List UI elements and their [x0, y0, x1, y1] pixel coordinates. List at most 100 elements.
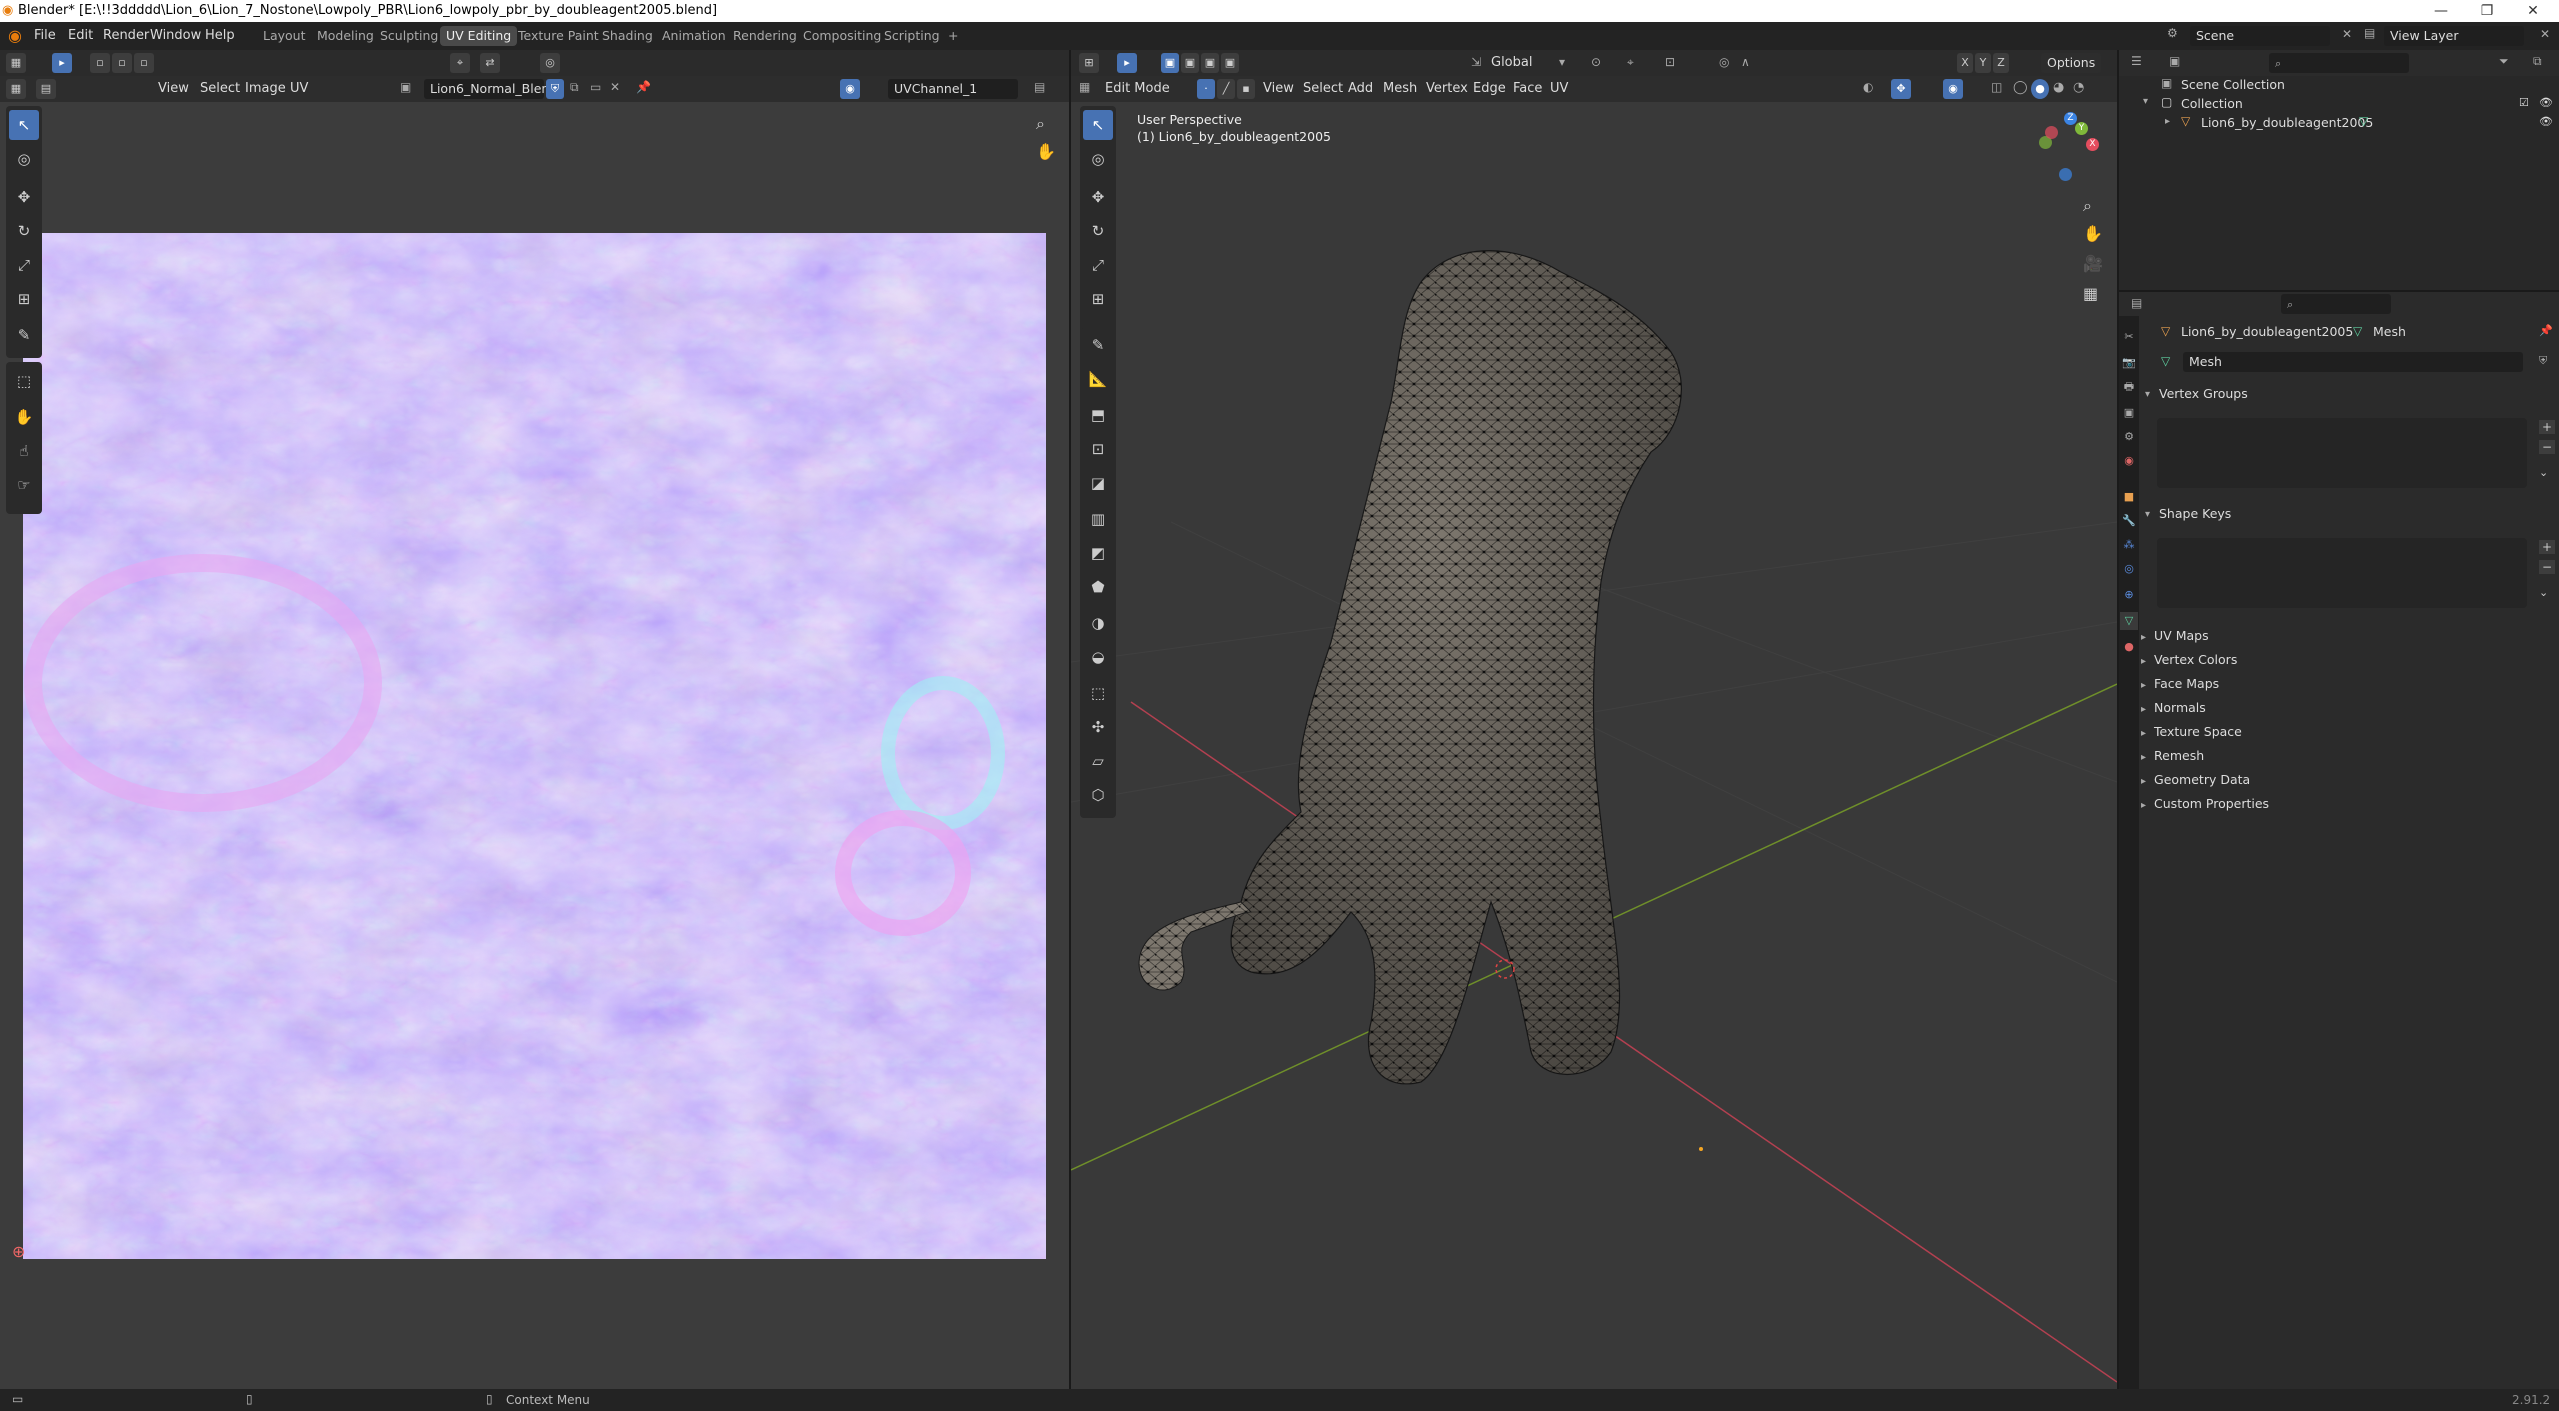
maximize-button[interactable]: ❐ [2464, 0, 2510, 22]
uv-tool-pinch-icon[interactable]: ☝ [9, 436, 39, 466]
uv-menu-select[interactable]: Select [200, 78, 240, 100]
tab-compositing[interactable]: Compositing [797, 26, 887, 46]
shading-material-icon[interactable]: ◕ [2053, 80, 2064, 95]
gizmo-y-axis[interactable]: Y [2075, 122, 2088, 135]
vp-tool-move-icon[interactable]: ✥ [1083, 182, 1113, 212]
viewport-canvas[interactable]: User Perspective (1) Lion6_by_doubleagen… [1071, 102, 2117, 1389]
mesh-fake-user-icon[interactable]: ⛨ [2539, 354, 2547, 368]
uv-tool-grab-icon[interactable]: ✋ [9, 402, 39, 432]
mirror-y-toggle[interactable]: Y [1975, 53, 1991, 73]
close-scene-icon[interactable]: ✕ [2342, 27, 2352, 41]
panel-geometry-data[interactable]: ▸ Geometry Data [2141, 768, 2559, 792]
object-expand-icon[interactable]: ▸ [2165, 116, 2170, 127]
unlink-image-icon[interactable]: ✕ [610, 80, 620, 94]
close-view-layer-icon[interactable]: ✕ [2540, 27, 2550, 41]
shape-keys-header[interactable]: Shape Keys [2159, 506, 2231, 521]
snap-target-icon[interactable]: ⊡ [1665, 55, 1675, 69]
minimize-button[interactable]: — [2418, 0, 2464, 22]
uv-tool-relax-icon[interactable]: ☞ [9, 470, 39, 500]
viewport-menu-mesh[interactable]: Mesh [1383, 78, 1417, 100]
tab-object-icon[interactable]: ■ [2120, 488, 2138, 506]
tab-layout[interactable]: Layout [257, 26, 312, 46]
blender-menu-icon[interactable]: ◉ [8, 26, 22, 45]
uv-tool-transform-icon[interactable]: ⊞ [9, 284, 39, 314]
viewport-menu-view[interactable]: View [1263, 78, 1294, 100]
uv-tool-annotate-icon[interactable]: ✎ [9, 320, 39, 350]
gizmo-neg-x-axis[interactable] [2045, 126, 2058, 139]
uv-editor-type-icon[interactable]: ▦ [6, 79, 26, 99]
tab-view-layer-icon[interactable]: ▣ [2120, 404, 2138, 422]
menu-render[interactable]: Render [103, 27, 149, 45]
uv-zoom-icon[interactable]: ⌕ [1036, 114, 1045, 134]
menu-help[interactable]: Help [205, 27, 235, 45]
panel-face-maps[interactable]: ▸ Face Maps [2141, 672, 2559, 696]
select-mode-vertex-icon[interactable]: ▫ [90, 53, 110, 73]
proportional-falloff-icon[interactable]: ∧ [1741, 55, 1750, 69]
collection-label[interactable]: Collection [2181, 96, 2243, 111]
shape-keys-list[interactable] [2157, 538, 2527, 608]
tab-shading[interactable]: Shading [596, 26, 659, 46]
select-mode-extend-icon[interactable]: ▣ [1181, 53, 1199, 73]
menu-window[interactable]: Window [150, 27, 201, 45]
open-image-icon[interactable]: ▭ [590, 80, 601, 94]
tab-output-icon[interactable]: 🖶 [2120, 378, 2138, 396]
vertex-group-add-button[interactable]: + [2539, 420, 2555, 434]
tab-scene-icon[interactable]: ⚙ [2120, 428, 2138, 446]
tab-world-icon[interactable]: ◉ [2120, 452, 2138, 470]
props-pin-icon[interactable]: 📌 [2539, 324, 2553, 337]
vp-tool-cursor-icon[interactable]: ◎ [1083, 144, 1113, 174]
tab-scripting[interactable]: Scripting [878, 26, 946, 46]
vp-tool-shear-icon[interactable]: ▱ [1083, 746, 1113, 776]
viewport-editor-type-icon[interactable]: ⊞ [1079, 53, 1099, 73]
uv-pan-icon[interactable]: ✋ [1036, 142, 1056, 161]
options-menu[interactable]: Options [2041, 53, 2101, 73]
tab-rendering[interactable]: Rendering [727, 26, 803, 46]
mesh-name-field[interactable]: Mesh [2183, 352, 2523, 372]
ortho-toggle-icon[interactable]: ▦ [2083, 284, 2098, 303]
shading-rendered-icon[interactable]: ◔ [2073, 80, 2084, 95]
uv-tool-rotate-icon[interactable]: ↻ [9, 216, 39, 246]
select-box-icon[interactable]: ▸ [52, 53, 72, 73]
vp-tool-scale-icon[interactable]: ⤢ [1083, 250, 1113, 280]
vp-tool-rip-icon[interactable]: ⬡ [1083, 780, 1113, 810]
panel-uv-maps[interactable]: ▸ UV Maps [2141, 624, 2559, 648]
transform-orientation-select[interactable]: Global [1491, 52, 1532, 74]
vp-tool-bevel-icon[interactable]: ◪ [1083, 468, 1113, 498]
tab-uv-editing[interactable]: UV Editing [440, 26, 518, 46]
shape-key-specials-icon[interactable]: ⌄ [2539, 586, 2548, 599]
uv-sync-icon[interactable]: ⇄ [480, 53, 500, 73]
vp-tool-extrude-icon[interactable]: ⬒ [1083, 400, 1113, 430]
select-mode-face-icon[interactable]: ▫ [134, 53, 154, 73]
tab-material-icon[interactable]: ● [2120, 638, 2138, 656]
panel-vertex-colors[interactable]: ▸ Vertex Colors [2141, 648, 2559, 672]
gizmo-neg-z-axis[interactable] [2059, 168, 2072, 181]
tab-physics-icon[interactable]: ◎ [2120, 560, 2138, 578]
uv-tool-select-icon[interactable]: ↖ [9, 110, 39, 140]
navigation-gizmo[interactable]: Z X Y [2031, 108, 2107, 184]
proportional-edit-icon[interactable]: ◎ [540, 53, 560, 73]
viewport-zoom-icon[interactable]: ⌕ [2083, 196, 2092, 216]
new-image-icon[interactable]: ⧉ [570, 80, 579, 95]
collection-expand-icon[interactable]: ▾ [2143, 96, 2148, 107]
vp-tool-select-icon[interactable]: ↖ [1083, 110, 1113, 140]
viewport-menu-add[interactable]: Add [1348, 78, 1373, 100]
vp-tool-edge-slide-icon[interactable]: ⬚ [1083, 678, 1113, 708]
uv-menu-image[interactable]: Image [245, 78, 286, 100]
snap-icon[interactable]: ⌖ [1627, 55, 1634, 70]
uv-display-icon[interactable]: ◉ [840, 79, 860, 99]
tab-particles-icon[interactable]: ⁂ [2120, 536, 2138, 554]
uv-tool-cube-icon[interactable]: ⬚ [9, 366, 39, 396]
properties-editor-icon[interactable]: ▤ [2131, 296, 2142, 310]
viewport-menu-edge[interactable]: Edge [1473, 78, 1506, 100]
uv-tool-cursor-icon[interactable]: ◎ [9, 144, 39, 174]
vp-tool-polybuild-icon[interactable]: ⬟ [1083, 572, 1113, 602]
viewport-menu-select[interactable]: Select [1303, 78, 1343, 100]
object-label[interactable]: Lion6_by_doubleagent2005 [2201, 115, 2373, 130]
viewport-select-box-icon[interactable]: ▸ [1117, 53, 1137, 73]
shading-wireframe-icon[interactable]: ◯ [2013, 80, 2028, 95]
uv-menu-uv[interactable]: UV [290, 78, 308, 100]
mesh-data-icon[interactable]: ▽ [2359, 114, 2368, 128]
tab-texture-paint[interactable]: Texture Paint [512, 26, 605, 46]
image-browse-icon[interactable]: ▣ [400, 80, 411, 94]
scene-selector[interactable]: Scene [2190, 26, 2330, 46]
